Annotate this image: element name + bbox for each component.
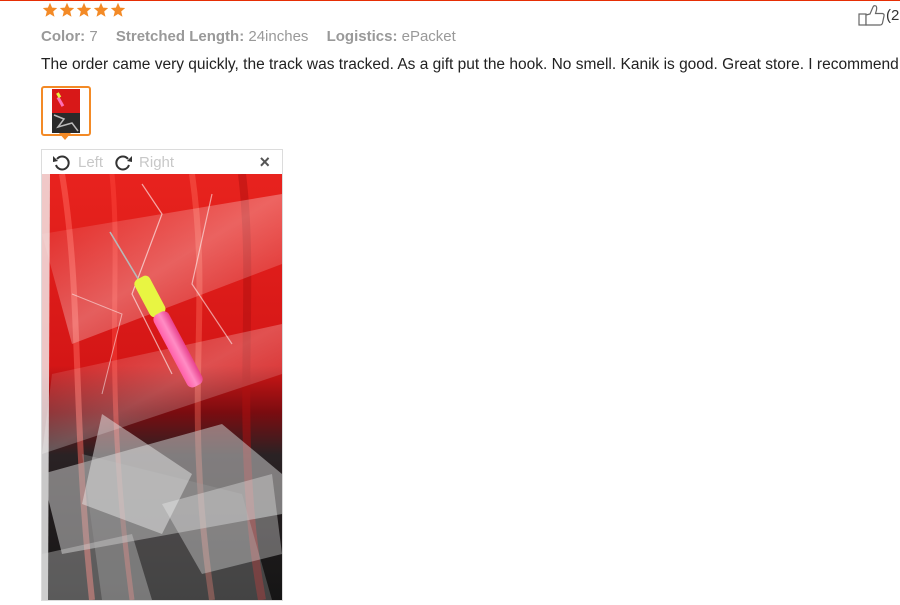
star-icon: [59, 2, 75, 17]
review-text: The order came very quickly, the track w…: [41, 56, 900, 73]
review-page: (2 Color: 7 Stretched Length: 24inches L…: [0, 0, 900, 605]
star-icon: [76, 2, 92, 17]
helpful-count: (2: [886, 6, 900, 24]
rotate-left-label: Left: [78, 153, 104, 171]
star-rating: [42, 2, 126, 18]
thumbnail-image[interactable]: [44, 89, 88, 133]
attribute-key: Stretched Length:: [115, 28, 245, 45]
star-icon: [110, 2, 126, 17]
rotate-left-icon: [53, 155, 70, 171]
attribute-value: 24inches: [248, 28, 309, 45]
attribute-color: Color: 7: [41, 28, 102, 45]
divider: [0, 0, 900, 1]
rotate-right-button[interactable]: Right: [113, 153, 174, 171]
attribute-value: 7: [89, 28, 98, 45]
helpful-vote[interactable]: (2: [858, 4, 899, 26]
photo-viewer: Left Right ×: [41, 149, 283, 601]
rotate-left-button[interactable]: Left: [52, 153, 103, 171]
review-photo: [42, 174, 282, 600]
thumbs-up-icon[interactable]: [858, 4, 886, 26]
rotate-right-icon: [115, 155, 133, 171]
attribute-value: ePacket: [401, 28, 456, 45]
attribute-logistics: Logistics: ePacket: [327, 28, 456, 45]
review-attributes: Color: 7 Stretched Length: 24inches Logi…: [41, 28, 470, 46]
viewer-toolbar: Left Right ×: [42, 150, 282, 174]
thumbnail-caret: [59, 133, 71, 140]
attribute-length: Stretched Length: 24inches: [116, 28, 313, 45]
attribute-key: Logistics:: [326, 28, 398, 45]
star-icon: [93, 2, 109, 17]
close-icon[interactable]: ×: [259, 152, 270, 172]
star-icon: [42, 2, 58, 17]
attribute-key: Color:: [41, 28, 86, 45]
rotate-right-label: Right: [139, 153, 175, 171]
review-photo-thumbnail[interactable]: [41, 86, 91, 136]
